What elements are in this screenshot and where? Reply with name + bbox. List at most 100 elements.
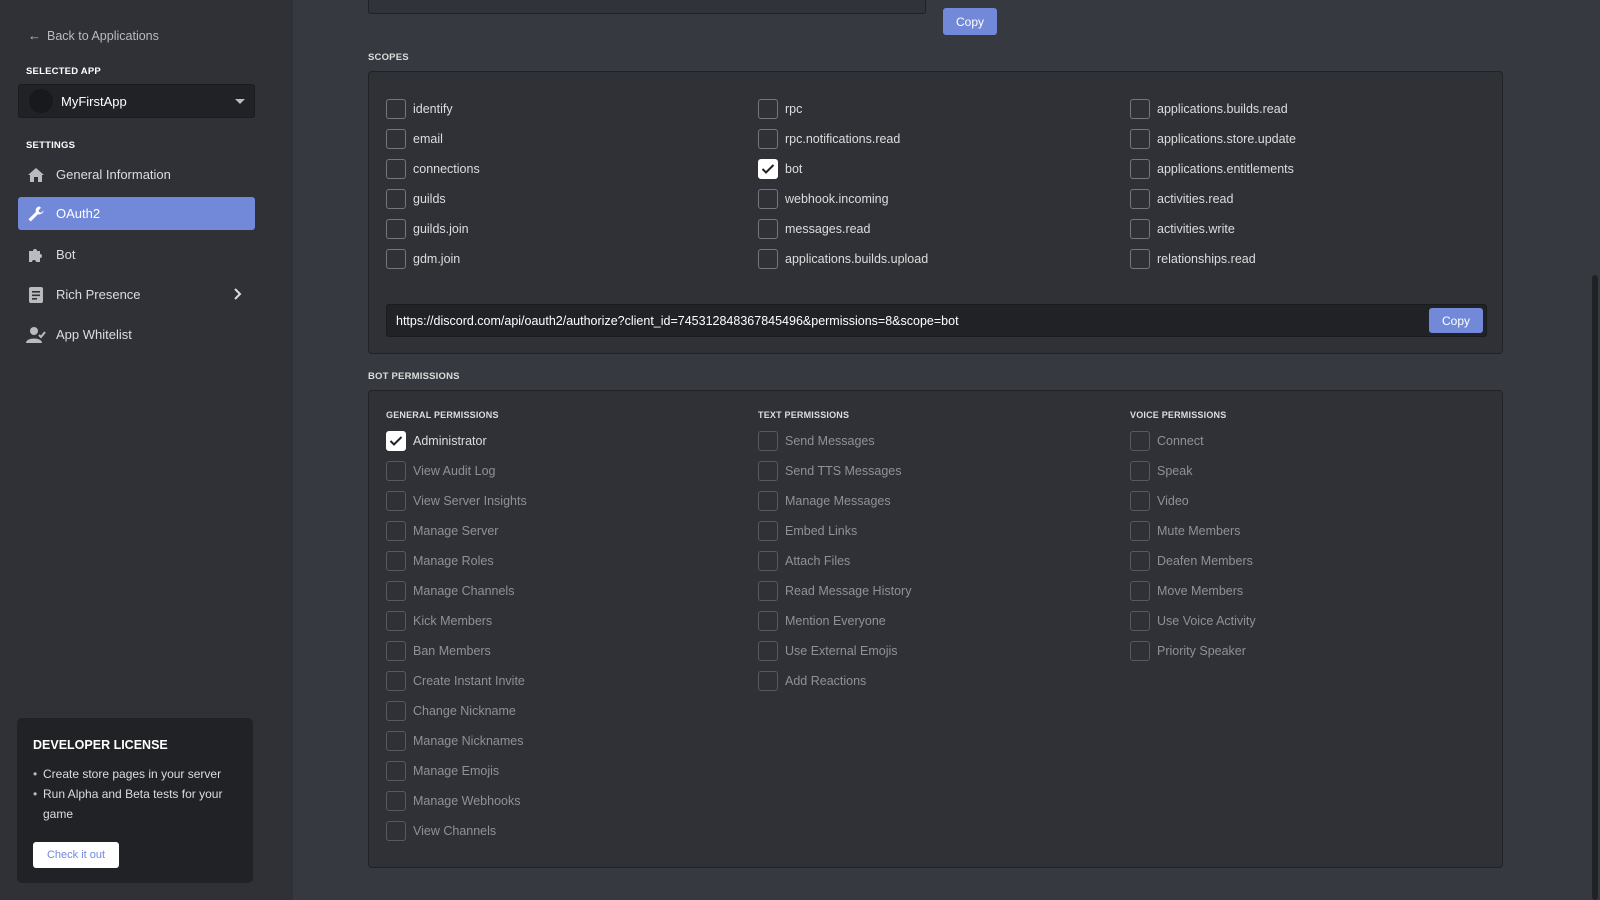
sidebar-item-app-whitelist[interactable]: App Whitelist — [18, 318, 255, 351]
checkbox[interactable] — [1130, 461, 1150, 481]
checkbox[interactable] — [1130, 219, 1150, 239]
checkbox[interactable] — [1130, 551, 1150, 571]
scope-checkbox-row[interactable]: applications.store.update — [1130, 129, 1296, 149]
checkbox[interactable] — [386, 551, 406, 571]
permission-checkbox-row[interactable]: View Channels — [386, 821, 496, 841]
permission-checkbox-row[interactable]: Mention Everyone — [758, 611, 886, 631]
scope-checkbox-row[interactable]: applications.builds.read — [1130, 99, 1288, 119]
scope-checkbox-row[interactable]: activities.read — [1130, 189, 1233, 209]
permission-checkbox-row[interactable]: Manage Emojis — [386, 761, 499, 781]
scope-checkbox-row[interactable]: applications.builds.upload — [758, 249, 928, 269]
checkbox[interactable] — [1130, 249, 1150, 269]
checkbox[interactable] — [386, 581, 406, 601]
scope-checkbox-row[interactable]: relationships.read — [1130, 249, 1256, 269]
checkbox[interactable] — [1130, 581, 1150, 601]
checkbox[interactable] — [758, 219, 778, 239]
app-select-dropdown[interactable]: MyFirstApp — [18, 84, 255, 118]
checkbox[interactable] — [386, 701, 406, 721]
scope-checkbox-row[interactable]: bot — [758, 159, 802, 179]
scope-checkbox-row[interactable]: rpc.notifications.read — [758, 129, 900, 149]
scope-checkbox-row[interactable]: identify — [386, 99, 453, 119]
checkbox-checked[interactable] — [386, 431, 406, 451]
scope-checkbox-row[interactable]: guilds.join — [386, 219, 469, 239]
permission-checkbox-row[interactable]: Attach Files — [758, 551, 850, 571]
checkbox-checked[interactable] — [758, 159, 778, 179]
sidebar-item-bot[interactable]: Bot — [18, 238, 255, 271]
checkbox[interactable] — [758, 641, 778, 661]
scope-checkbox-row[interactable]: email — [386, 129, 443, 149]
checkbox[interactable] — [386, 159, 406, 179]
permission-checkbox-row[interactable]: Video — [1130, 491, 1189, 511]
permission-checkbox-row[interactable]: Embed Links — [758, 521, 857, 541]
permission-checkbox-row[interactable]: Read Message History — [758, 581, 911, 601]
permission-checkbox-row[interactable]: Manage Webhooks — [386, 791, 520, 811]
checkbox[interactable] — [386, 671, 406, 691]
sidebar-item-general-information[interactable]: General Information — [18, 158, 255, 191]
permission-checkbox-row[interactable]: View Server Insights — [386, 491, 527, 511]
scope-checkbox-row[interactable]: webhook.incoming — [758, 189, 889, 209]
checkbox[interactable] — [758, 99, 778, 119]
checkbox[interactable] — [758, 671, 778, 691]
checkbox[interactable] — [386, 99, 406, 119]
permission-checkbox-row[interactable]: Move Members — [1130, 581, 1243, 601]
permission-checkbox-row[interactable]: View Audit Log — [386, 461, 495, 481]
checkbox[interactable] — [758, 431, 778, 451]
checkbox[interactable] — [386, 461, 406, 481]
checkbox[interactable] — [758, 551, 778, 571]
back-to-applications-link[interactable]: ← Back to Applications — [28, 28, 159, 43]
scrollbar[interactable] — [1592, 275, 1598, 900]
permission-checkbox-row[interactable]: Create Instant Invite — [386, 671, 525, 691]
permission-checkbox-row[interactable]: Ban Members — [386, 641, 491, 661]
checkbox[interactable] — [758, 521, 778, 541]
checkbox[interactable] — [1130, 491, 1150, 511]
checkbox[interactable] — [386, 611, 406, 631]
oauth-url-field[interactable]: https://discord.com/api/oauth2/authorize… — [386, 304, 1487, 337]
checkbox[interactable] — [758, 129, 778, 149]
permission-checkbox-row[interactable]: Manage Roles — [386, 551, 494, 571]
permission-checkbox-row[interactable]: Manage Nicknames — [386, 731, 523, 751]
url-copy-button[interactable]: Copy — [1429, 308, 1483, 333]
checkbox[interactable] — [386, 641, 406, 661]
permission-checkbox-row[interactable]: Administrator — [386, 431, 487, 451]
checkbox[interactable] — [386, 791, 406, 811]
permission-checkbox-row[interactable]: Use Voice Activity — [1130, 611, 1256, 631]
checkbox[interactable] — [386, 821, 406, 841]
permission-checkbox-row[interactable]: Change Nickname — [386, 701, 516, 721]
scope-checkbox-row[interactable]: connections — [386, 159, 480, 179]
checkbox[interactable] — [1130, 431, 1150, 451]
checkbox[interactable] — [1130, 189, 1150, 209]
checkbox[interactable] — [386, 219, 406, 239]
checkbox[interactable] — [1130, 611, 1150, 631]
checkbox[interactable] — [758, 249, 778, 269]
checkbox[interactable] — [1130, 159, 1150, 179]
checkbox[interactable] — [386, 249, 406, 269]
checkbox[interactable] — [758, 491, 778, 511]
scope-checkbox-row[interactable]: messages.read — [758, 219, 870, 239]
permission-checkbox-row[interactable]: Connect — [1130, 431, 1204, 451]
checkbox[interactable] — [758, 611, 778, 631]
checkbox[interactable] — [386, 731, 406, 751]
scope-checkbox-row[interactable]: guilds — [386, 189, 446, 209]
checkbox[interactable] — [386, 761, 406, 781]
top-copy-button[interactable]: Copy — [943, 8, 997, 35]
redirect-select-input[interactable] — [368, 0, 926, 14]
scope-checkbox-row[interactable]: gdm.join — [386, 249, 460, 269]
sidebar-item-rich-presence[interactable]: Rich Presence — [18, 278, 255, 311]
checkbox[interactable] — [386, 129, 406, 149]
permission-checkbox-row[interactable]: Send TTS Messages — [758, 461, 902, 481]
permission-checkbox-row[interactable]: Speak — [1130, 461, 1192, 481]
permission-checkbox-row[interactable]: Kick Members — [386, 611, 492, 631]
checkbox[interactable] — [386, 521, 406, 541]
checkbox[interactable] — [1130, 641, 1150, 661]
check-it-out-button[interactable]: Check it out — [33, 842, 119, 868]
checkbox[interactable] — [758, 461, 778, 481]
checkbox[interactable] — [386, 189, 406, 209]
sidebar-item-oauth2[interactable]: OAuth2 — [18, 197, 255, 230]
scope-checkbox-row[interactable]: applications.entitlements — [1130, 159, 1294, 179]
checkbox[interactable] — [1130, 99, 1150, 119]
permission-checkbox-row[interactable]: Manage Channels — [386, 581, 514, 601]
permission-checkbox-row[interactable]: Add Reactions — [758, 671, 866, 691]
checkbox[interactable] — [1130, 521, 1150, 541]
permission-checkbox-row[interactable]: Manage Server — [386, 521, 498, 541]
permission-checkbox-row[interactable]: Priority Speaker — [1130, 641, 1246, 661]
